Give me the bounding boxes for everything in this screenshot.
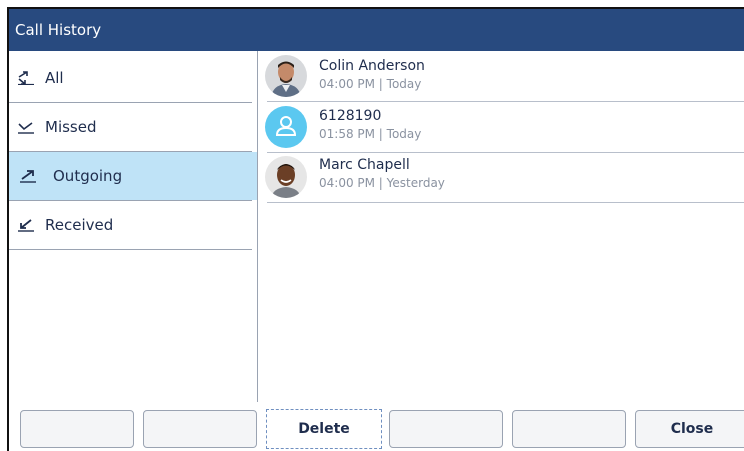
call-row[interactable]: Colin Anderson 04:00 PM | Today xyxy=(265,51,744,100)
contact-name: Marc Chapell xyxy=(319,157,410,173)
page-title: Call History xyxy=(15,21,102,39)
call-row[interactable]: Marc Chapell 04:00 PM | Yesterday xyxy=(265,153,744,202)
softkey-bar: Delete Close xyxy=(9,402,744,451)
contact-name: 6128190 xyxy=(319,108,382,124)
title-bar: Call History xyxy=(9,9,744,51)
softkey-2[interactable] xyxy=(143,410,257,448)
all-calls-icon xyxy=(18,71,34,85)
contact-photo xyxy=(265,156,307,198)
softkey-4[interactable] xyxy=(389,410,503,448)
call-time: 04:00 PM | Today xyxy=(319,77,422,91)
contact-photo xyxy=(265,55,307,97)
call-filter-sidebar: All Missed Outgoing Received xyxy=(9,51,258,402)
call-time: 01:58 PM | Today xyxy=(319,127,422,141)
received-call-icon xyxy=(18,219,34,232)
sidebar-item-label: Outgoing xyxy=(53,167,123,185)
missed-call-icon xyxy=(18,122,34,134)
default-contact-icon xyxy=(265,106,307,148)
delete-button[interactable]: Delete xyxy=(266,409,382,449)
call-history-screen: Call History All Missed Outgoing Receive… xyxy=(7,7,744,451)
divider xyxy=(267,202,744,203)
sidebar-item-all[interactable]: All xyxy=(9,54,252,102)
call-time: 04:00 PM | Yesterday xyxy=(319,176,445,190)
softkey-1[interactable] xyxy=(20,410,134,448)
sidebar-item-missed[interactable]: Missed xyxy=(9,103,252,151)
divider xyxy=(9,249,252,250)
sidebar-item-received[interactable]: Received xyxy=(9,201,252,249)
contact-name: Colin Anderson xyxy=(319,58,425,74)
call-list: Colin Anderson 04:00 PM | Today 6128190 … xyxy=(259,51,744,402)
sidebar-item-outgoing[interactable]: Outgoing xyxy=(9,152,257,200)
softkey-5[interactable] xyxy=(512,410,626,448)
close-button[interactable]: Close xyxy=(635,410,744,448)
call-row[interactable]: 6128190 01:58 PM | Today xyxy=(265,102,744,151)
outgoing-call-icon xyxy=(20,170,36,183)
sidebar-item-label: Missed xyxy=(45,118,97,136)
sidebar-item-label: Received xyxy=(45,216,114,234)
sidebar-item-label: All xyxy=(45,69,64,87)
